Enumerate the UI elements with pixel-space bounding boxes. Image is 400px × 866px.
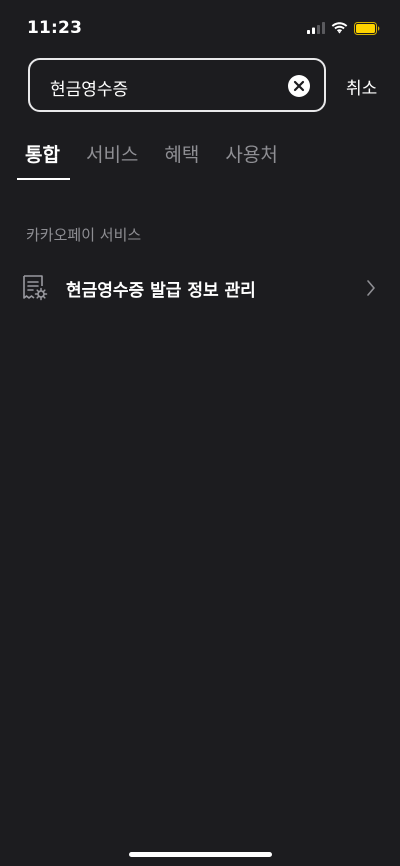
chevron-right-icon <box>367 280 375 296</box>
service-item[interactable]: 현금영수증 발급 정보 관리 <box>0 266 400 310</box>
cellular-signal-icon <box>307 22 325 34</box>
tab-merchants[interactable]: 사용처 <box>225 142 277 180</box>
tab-bar: 통합 서비스 혜택 사용처 <box>17 142 304 182</box>
tab-benefits[interactable]: 혜택 <box>164 142 199 180</box>
status-time: 11:23 <box>27 18 83 38</box>
tab-all[interactable]: 통합 <box>17 142 70 180</box>
search-input[interactable]: 현금영수증 <box>28 58 326 112</box>
section-title: 카카오페이 서비스 <box>26 226 142 244</box>
wifi-icon <box>331 22 348 34</box>
receipt-settings-icon <box>23 275 48 301</box>
status-icons <box>307 20 380 36</box>
tab-services[interactable]: 서비스 <box>86 142 138 180</box>
battery-icon <box>354 21 380 35</box>
cancel-button[interactable]: 취소 <box>346 74 377 99</box>
home-indicator <box>129 852 272 857</box>
service-item-label: 현금영수증 발급 정보 관리 <box>66 281 256 301</box>
status-bar: 11:23 <box>0 0 400 50</box>
clear-icon[interactable] <box>288 75 310 97</box>
search-query[interactable]: 현금영수증 <box>50 75 128 100</box>
search-bar: 현금영수증 취소 <box>28 58 380 112</box>
